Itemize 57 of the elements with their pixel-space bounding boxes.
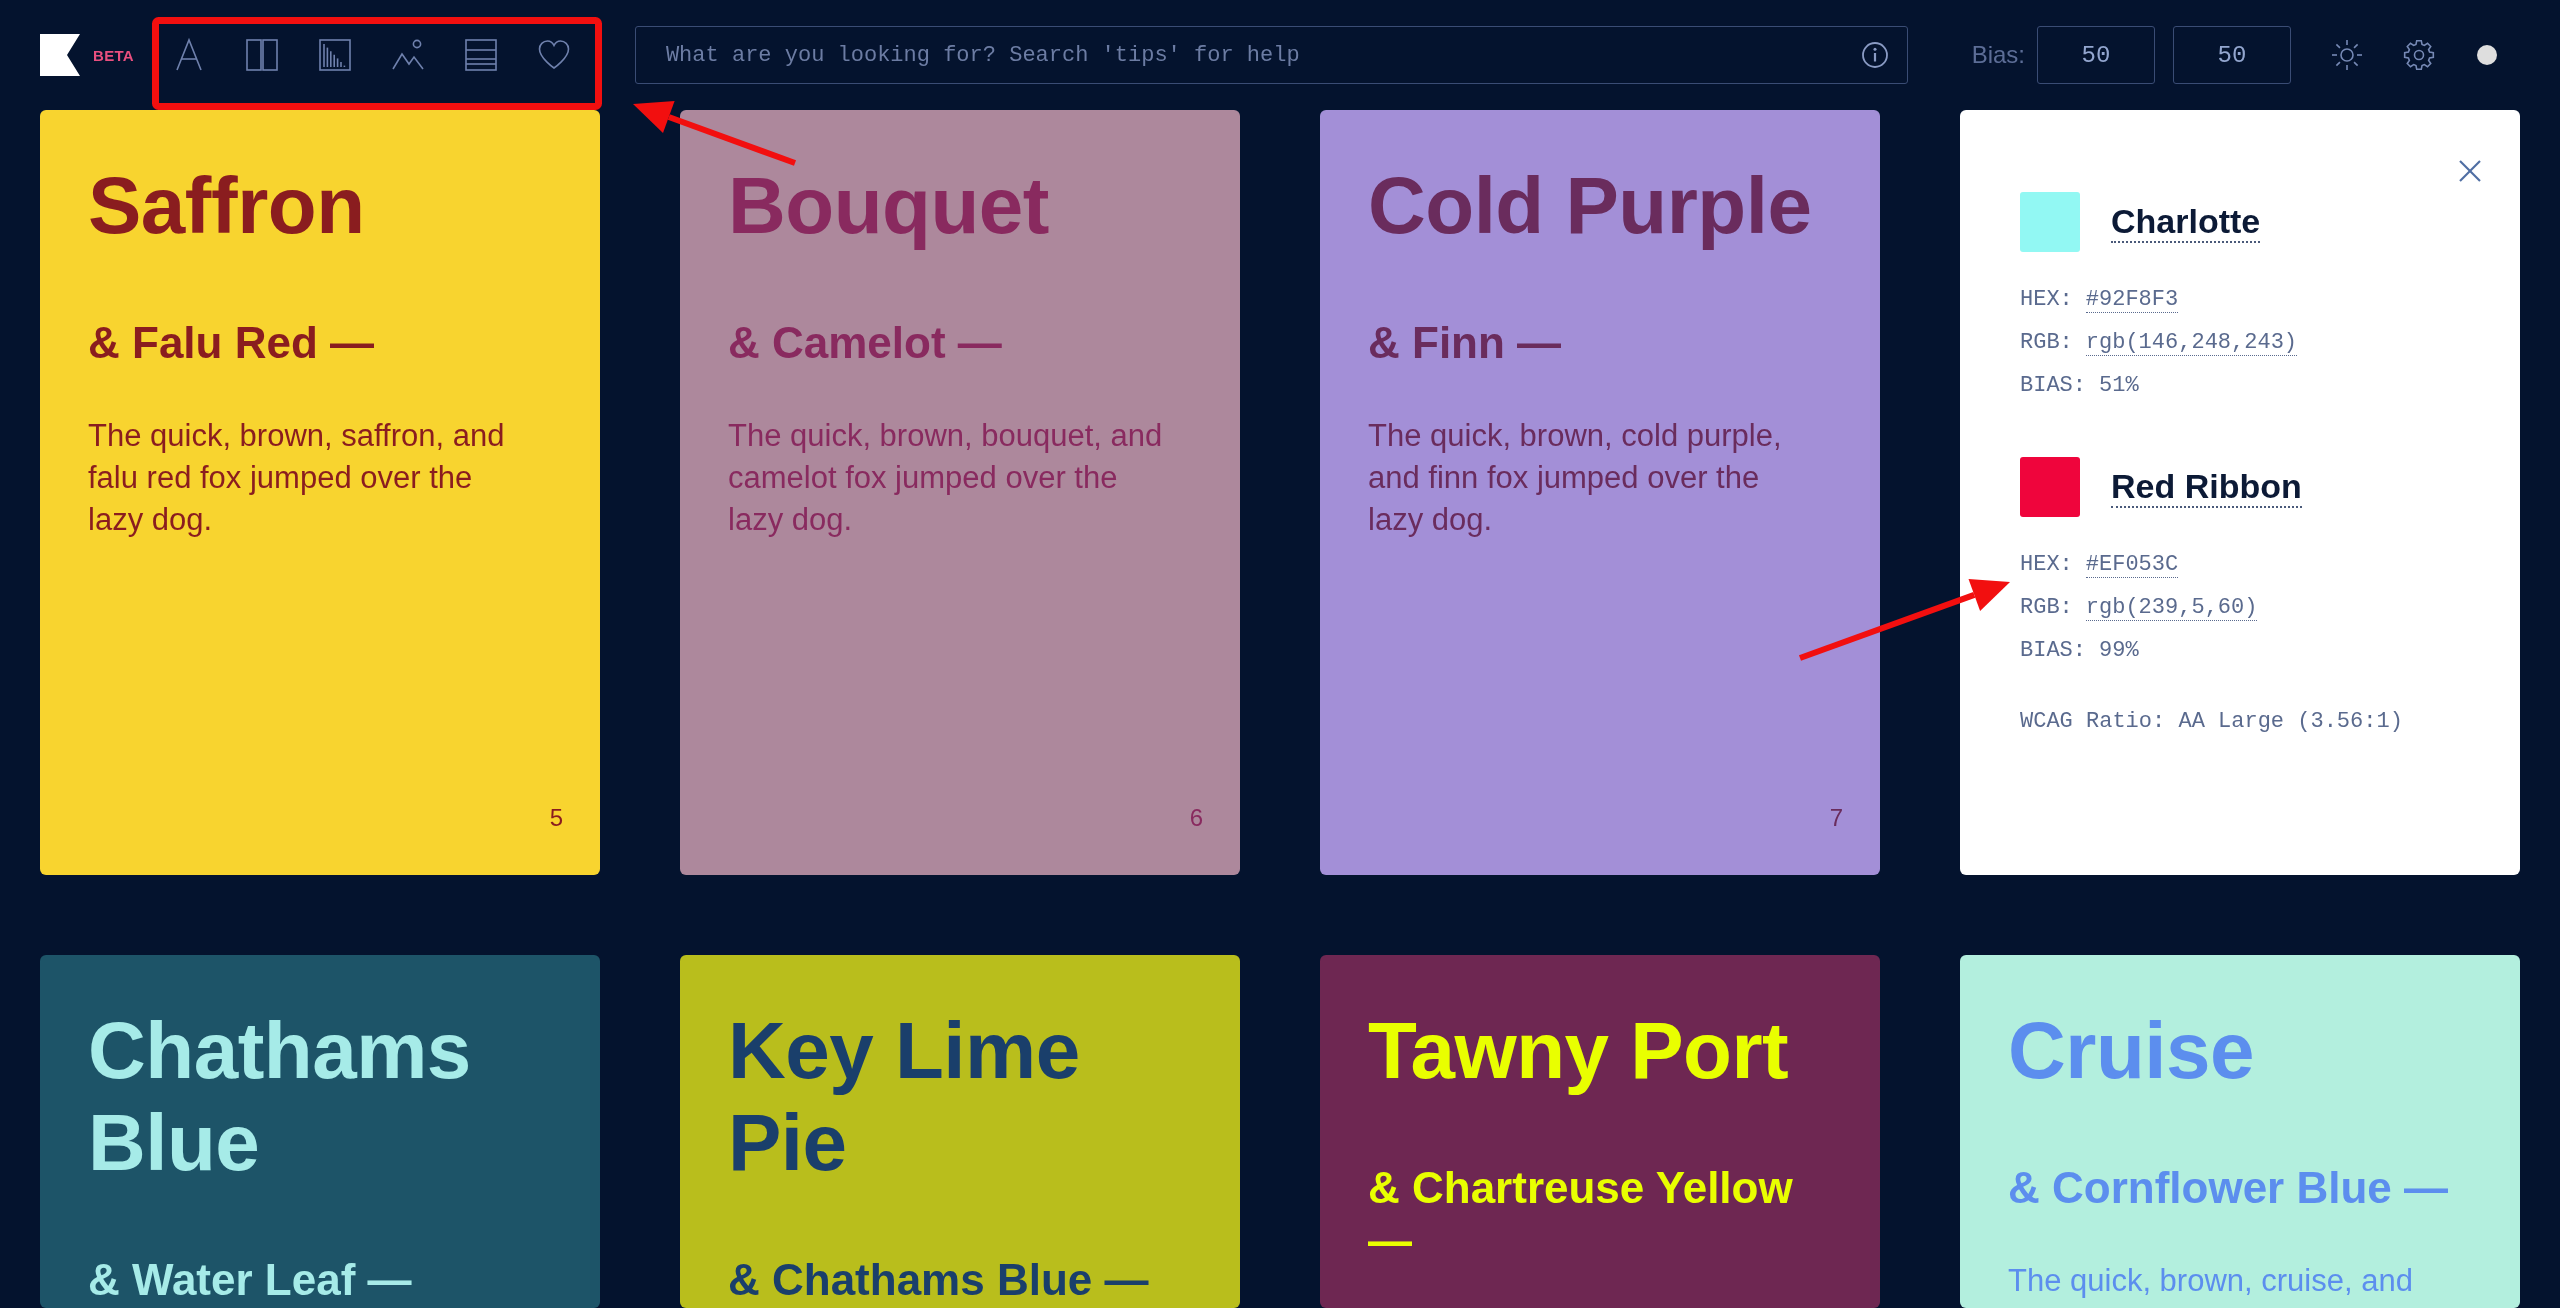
color-card[interactable]: Saffron & Falu Red — The quick, brown, saffron, and falu red fox jumped over the lazy dog. 5	[40, 110, 600, 875]
card-title: Cruise	[2008, 1005, 2254, 1097]
card-title: Tawny Port	[1368, 1005, 1789, 1097]
card-subtitle: & Camelot —	[728, 317, 1002, 369]
hex-label: HEX:	[2020, 552, 2073, 577]
card-number: 5	[549, 803, 563, 833]
search-field[interactable]: What are you looking for? Search 'tips' for help	[634, 26, 1908, 84]
card-subtitle: & Water Leaf —	[88, 1254, 412, 1306]
color-card[interactable]: Chathams Blue & Water Leaf —	[40, 955, 600, 1308]
columns-icon[interactable]	[245, 39, 278, 71]
hex-value[interactable]: #EF053C	[2085, 552, 2179, 578]
bias-value: 99%	[2099, 638, 2139, 663]
rgb-label: RGB:	[2020, 595, 2073, 620]
bias-input[interactable]: 50	[2037, 26, 2155, 84]
wcag-ratio: WCAG Ratio: AA Large (3.56:1)	[2020, 708, 2403, 736]
card-title: Cold Purple	[1368, 160, 1812, 252]
card-subtitle: & Cornflower Blue —	[2008, 1162, 2449, 1214]
card-subtitle: & Chartreuse Yellow —	[1368, 1162, 1794, 1267]
bias-label: BIAS:	[2020, 638, 2086, 663]
color-name-link[interactable]: Charlotte	[2111, 201, 2261, 243]
info-icon[interactable]	[1861, 42, 1888, 68]
color-card[interactable]: Cold Purple & Finn — The quick, brown, cold purple, and finn fox jumped over the lazy dog. 7	[1320, 110, 1880, 875]
beta-label: BETA	[93, 46, 134, 64]
rgb-value[interactable]: rgb(146,248,243)	[2085, 330, 2298, 356]
card-title: Saffron	[88, 160, 365, 252]
bias-label: Bias:	[1971, 41, 2025, 69]
card-title: Bouquet	[728, 160, 1049, 252]
bias-value: 51%	[2099, 373, 2139, 398]
card-number: 7	[1829, 803, 1843, 833]
hex-label: HEX:	[2020, 287, 2073, 312]
color-card[interactable]: Tawny Port & Chartreuse Yellow —	[1320, 955, 1880, 1308]
sun-icon[interactable]	[2331, 39, 2363, 71]
bias-label: BIAS:	[2020, 373, 2086, 398]
rows-icon[interactable]	[464, 39, 497, 71]
settings-icon[interactable]	[2403, 39, 2435, 71]
mountain-icon[interactable]	[391, 39, 424, 71]
color-card[interactable]: Key Lime Pie & Chathams Blue —	[680, 955, 1240, 1308]
card-subtitle: & Finn —	[1368, 317, 1562, 369]
card-text: The quick, brown, saffron, and falu red fox jumped over the lazy dog.	[88, 417, 506, 539]
dot-icon[interactable]	[2477, 45, 2497, 65]
card-title: Chathams Blue	[88, 1005, 472, 1189]
rgb-label: RGB:	[2020, 330, 2073, 355]
card-number: 6	[1189, 803, 1203, 833]
card-title: Key Lime Pie	[728, 1005, 1081, 1189]
card-subtitle: & Falu Red —	[88, 317, 375, 369]
rgb-value[interactable]: rgb(239,5,60)	[2085, 595, 2258, 621]
hex-value[interactable]: #92F8F3	[2085, 287, 2179, 313]
close-icon[interactable]	[2459, 160, 2481, 182]
card-text: The quick, brown, cold purple, and finn fox jumped over the lazy dog.	[1368, 417, 1783, 539]
card-text: The quick, brown, cruise, and	[2008, 1262, 2413, 1300]
color-name-link[interactable]: Red Ribbon	[2111, 466, 2302, 508]
bias-input[interactable]: 50	[2173, 26, 2291, 84]
logo-icon[interactable]	[40, 34, 80, 76]
card-subtitle: & Chathams Blue —	[728, 1254, 1149, 1306]
bar-chart-icon[interactable]	[318, 39, 351, 71]
card-text: The quick, brown, bouquet, and camelot fox jumped over the lazy dog.	[728, 417, 1164, 539]
heart-icon[interactable]	[537, 39, 570, 71]
